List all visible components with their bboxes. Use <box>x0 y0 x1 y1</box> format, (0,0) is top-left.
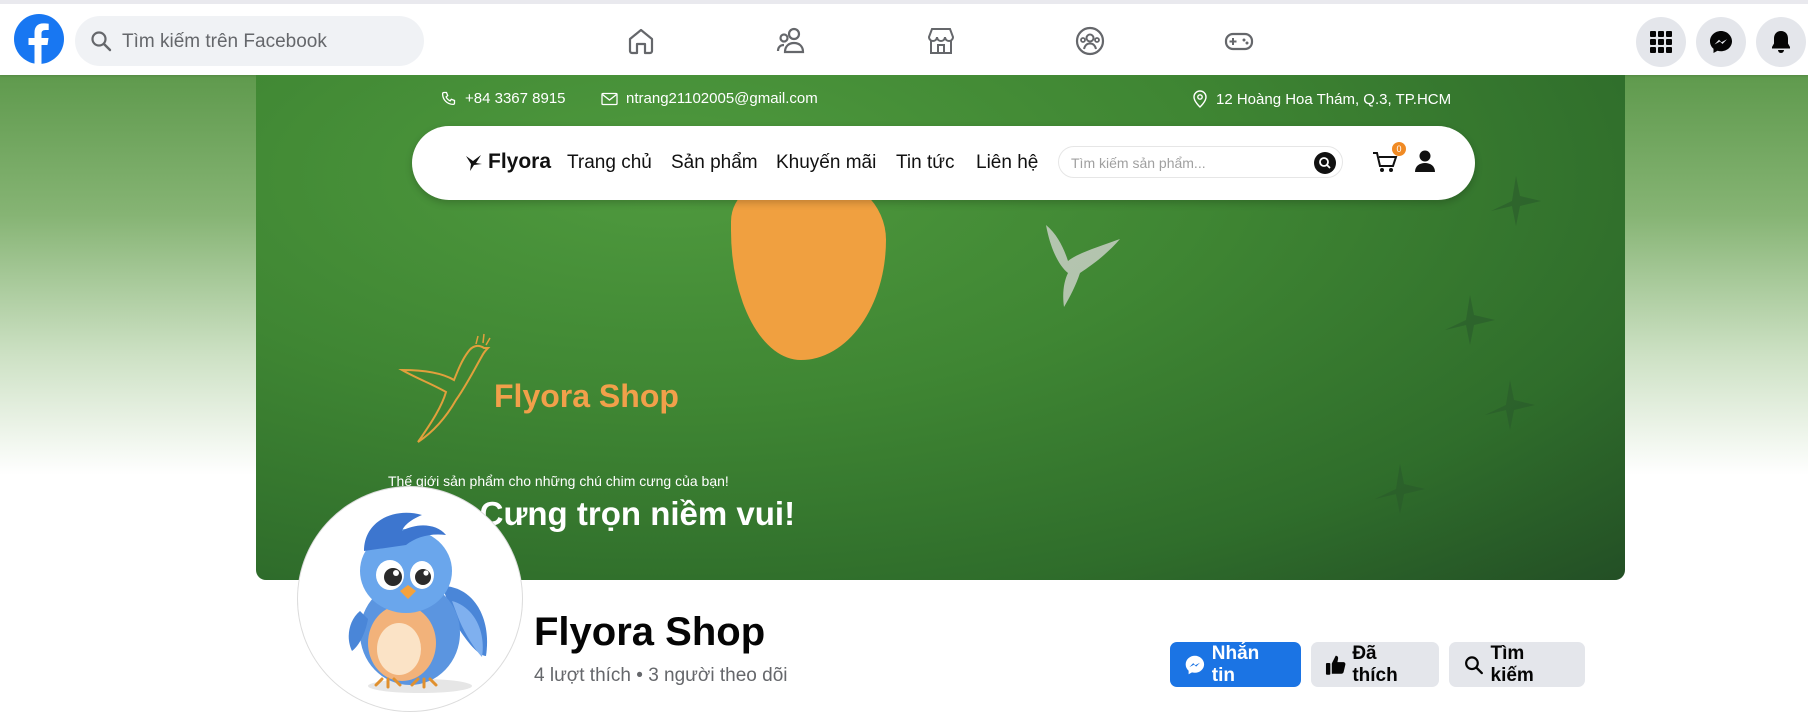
search-icon <box>1465 655 1483 674</box>
location-pin-icon <box>1193 90 1207 108</box>
message-button-label: Nhắn tin <box>1211 642 1260 686</box>
page-stats: 4 lượt thích • 3 người theo dõi <box>534 665 788 686</box>
nav-tab-marketplace[interactable] <box>911 16 971 66</box>
site-navigation-bar: Flyora Trang chủ Sản phẩm Khuyến mãi Tin… <box>412 126 1475 200</box>
orange-blob-decoration <box>731 175 886 360</box>
menu-button[interactable] <box>1636 17 1686 67</box>
phone-text: +84 3367 8915 <box>465 90 566 107</box>
product-search-button[interactable] <box>1314 152 1336 174</box>
home-icon <box>628 28 654 55</box>
brand-name: Flyora <box>488 150 552 173</box>
address-text: 12 Hoàng Hoa Thám, Q.3, TP.HCM <box>1216 90 1452 108</box>
bird-silhouette-icon <box>1375 464 1425 514</box>
facebook-logo-icon[interactable] <box>14 14 64 64</box>
bird-silhouette-icon <box>1491 176 1541 226</box>
facebook-search-box[interactable] <box>75 16 424 68</box>
contact-phone: +84 3367 8915 <box>441 90 566 107</box>
message-button[interactable]: Nhắn tin <box>1170 642 1301 687</box>
facebook-top-bar <box>0 0 1808 75</box>
cover-shop-title: Flyora Shop <box>494 378 679 414</box>
bird-logo-icon <box>466 155 482 171</box>
mail-icon <box>601 92 618 105</box>
white-bird-decoration <box>1046 225 1120 307</box>
messenger-icon <box>1185 655 1205 674</box>
marketplace-icon <box>927 28 955 54</box>
menu-link-home[interactable]: Trang chủ <box>567 152 652 174</box>
facebook-search-input[interactable] <box>120 16 414 68</box>
nav-tab-home[interactable] <box>611 16 671 66</box>
yellow-bird-logo-icon <box>398 333 491 443</box>
contact-email: ntrang21102005@gmail.com <box>601 90 818 107</box>
menu-link-news[interactable]: Tin tức <box>896 152 954 174</box>
search-icon <box>1319 157 1331 169</box>
notifications-button[interactable] <box>1756 17 1806 67</box>
cover-tagline: Thế giới sản phẩm cho những chú chim cưn… <box>388 473 729 489</box>
contact-address: 12 Hoàng Hoa Thám, Q.3, TP.HCM <box>1192 90 1451 108</box>
messenger-icon <box>1710 31 1732 53</box>
nav-tab-groups[interactable] <box>1060 16 1120 66</box>
search-icon <box>91 31 112 52</box>
menu-grid-icon <box>1650 31 1672 53</box>
page-title: Flyora Shop <box>534 610 766 654</box>
thumbs-up-icon <box>1325 655 1346 675</box>
profile-avatar[interactable] <box>298 487 522 711</box>
liked-button-label: Đã thích <box>1352 642 1398 686</box>
search-page-button[interactable]: Tìm kiếm <box>1449 642 1585 687</box>
email-text: ntrang21102005@gmail.com <box>626 90 818 107</box>
liked-button[interactable]: Đã thích <box>1311 642 1439 687</box>
notifications-icon <box>1772 31 1790 53</box>
phone-icon <box>441 91 456 105</box>
product-search-input[interactable] <box>1069 147 1303 179</box>
flyora-brand-logo[interactable]: Flyora <box>464 150 551 174</box>
menu-link-products[interactable]: Sản phẩm <box>671 152 758 174</box>
friends-icon <box>776 27 805 54</box>
menu-link-contact[interactable]: Liên hệ <box>976 152 1038 174</box>
groups-icon <box>1075 26 1105 56</box>
menu-link-promotions[interactable]: Khuyến mãi <box>776 152 876 174</box>
gaming-icon <box>1224 32 1254 51</box>
product-search-box[interactable] <box>1058 146 1343 179</box>
bird-silhouette-icon <box>1445 295 1495 345</box>
nav-tab-gaming[interactable] <box>1209 16 1269 66</box>
messenger-button[interactable] <box>1696 17 1746 67</box>
user-account-icon[interactable] <box>1414 149 1436 173</box>
bird-silhouette-icon <box>1485 380 1535 430</box>
cart-count-badge: 0 <box>1392 142 1406 156</box>
nav-tab-friends[interactable] <box>761 16 821 66</box>
search-page-button-label: Tìm kiếm <box>1490 642 1534 686</box>
bluebird-mascot-icon <box>302 491 518 707</box>
